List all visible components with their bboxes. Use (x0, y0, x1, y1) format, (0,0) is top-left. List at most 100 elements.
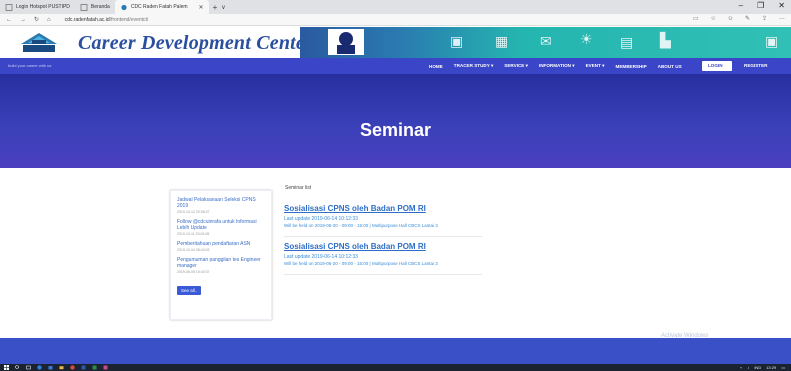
clock[interactable]: 13:29 (766, 365, 776, 370)
new-tab-button[interactable]: + (209, 3, 222, 12)
nav-item-information[interactable]: INFORMATION ▾ (539, 63, 575, 69)
site-brand-title[interactable]: Career Development Center (78, 32, 313, 55)
maximize-button[interactable]: ❐ (757, 1, 764, 10)
site-header: Career Development Center ▣ ▦ ✉ ☀ ▤ ▙ ▣ (0, 27, 791, 58)
windows-taskbar: ⌁ ♪ IND 13:29 ▭ (0, 364, 791, 371)
tab-label: Login Hotspot PUSTIPD (16, 4, 70, 10)
announcement-title[interactable]: Pengumuman panggilan tes Engineer manage… (177, 257, 265, 269)
section-heading: Seminar list (285, 185, 312, 191)
store-icon[interactable] (48, 365, 53, 370)
site-tagline: build your career with us (8, 63, 52, 68)
event-title-link[interactable]: Sosialisasi CPNS oleh Badan POM RI (284, 204, 484, 213)
announcement-date: 2019-06-08 10:40:37 (177, 270, 210, 274)
page-hero: Seminar (0, 74, 791, 168)
announcement-sidebar: Jadwal Pelaksanaan Seleksi CPNS 2019 201… (170, 190, 272, 320)
list-item[interactable]: Pemberitahuan pendaftaran ASN 2019-10-04… (177, 241, 265, 252)
browser-tab-2[interactable]: Beranda (75, 0, 115, 14)
event-item: Sosialisasi CPNS oleh Badan POM RI Last … (284, 204, 484, 228)
nav-item-about-us[interactable]: ABOUT US (658, 64, 682, 69)
announcement-title[interactable]: Jadwal Pelaksanaan Seleksi CPNS 2019 (177, 197, 265, 209)
close-window-button[interactable]: ✕ (778, 1, 785, 10)
app-icon[interactable] (103, 365, 108, 370)
task-view-icon[interactable] (26, 365, 31, 370)
system-tray: ⌁ ♪ IND 13:29 ▭ (740, 365, 785, 370)
tab-label: CDC Raden Fatah Palem (130, 4, 188, 10)
envelope-icon: ✉ (540, 33, 552, 49)
list-item[interactable]: Follow @cdcuinrafa untuk Informasi Lebih… (177, 219, 265, 236)
monitor-icon: ▦ (495, 33, 509, 49)
forward-icon[interactable]: → (20, 17, 26, 23)
network-icon[interactable]: ⌁ (740, 365, 742, 370)
window-controls: – ❐ ✕ (739, 1, 785, 10)
site-footer (0, 338, 791, 364)
close-tab-icon[interactable]: ✕ (199, 4, 204, 11)
notifications-icon[interactable]: ▭ (781, 365, 785, 370)
more-menu-icon[interactable]: … (779, 15, 785, 22)
nav-item-event[interactable]: EVENT ▾ (586, 63, 605, 69)
browser-tab-3-active[interactable]: CDC Raden Fatah Palem ✕ (114, 0, 209, 14)
windows-start-icon[interactable] (4, 365, 9, 370)
calendar-icon: ▤ (620, 34, 634, 50)
nav-item-service[interactable]: SERVICE ▾ (504, 63, 528, 69)
announcement-date: 2019-10-04 08:44:03 (177, 248, 210, 252)
browser-tab-bar: Login Hotspot PUSTIPD Beranda CDC Raden … (0, 0, 791, 14)
see-all-button[interactable]: See all.. (177, 286, 202, 295)
event-title-link[interactable]: Sosialisasi CPNS oleh Badan POM RI (284, 242, 484, 251)
address-bar-actions: ▭ ☆ ✩ ✎ ⇪ … (693, 15, 785, 22)
tab-dropdown-button[interactable]: ∨ (221, 4, 225, 11)
page-title: Seminar (359, 120, 432, 140)
login-button-label[interactable]: LOGIN (708, 63, 723, 68)
mascot-logo-icon (328, 29, 364, 55)
reading-view-icon[interactable]: ▭ (693, 15, 699, 22)
url-path: /frontend/eventcti (109, 16, 149, 23)
divider (284, 274, 482, 275)
notes-pen-icon[interactable]: ✎ (745, 15, 750, 22)
search-icon[interactable] (15, 365, 20, 370)
page-icon (5, 3, 13, 11)
list-item[interactable]: Jadwal Pelaksanaan Seleksi CPNS 2019 201… (177, 197, 265, 214)
nav-item-home[interactable]: HOME (429, 64, 443, 69)
url-field[interactable]: cdc.radenfatah.ac.id/frontend/eventcti (65, 17, 148, 23)
divider (284, 236, 482, 237)
lightbulb-icon: ☀ (580, 31, 593, 47)
chrome-icon[interactable] (70, 365, 75, 370)
nav-menu: HOME TRACER STUDY ▾ SERVICE ▾ INFORMATIO… (429, 58, 693, 74)
language-indicator[interactable]: IND (754, 365, 761, 370)
main-nav: build your career with us HOME TRACER ST… (0, 58, 791, 74)
tab-label: Beranda (90, 4, 110, 10)
browser-tab-1[interactable]: Login Hotspot PUSTIPD (0, 0, 75, 14)
nav-item-membership[interactable]: MEMBERSHIP (616, 64, 647, 69)
announcement-date: 2019-10-12 20:08:37 (177, 210, 210, 214)
nav-item-tracer-study[interactable]: TRACER STUDY ▾ (454, 63, 493, 69)
event-schedule: Will be held on 2019-06-20 - 09:00 - 15:… (284, 223, 438, 228)
page-icon (80, 3, 88, 11)
url-host: cdc.radenfatah.ac.id (64, 16, 110, 23)
share-icon[interactable]: ⇪ (762, 15, 767, 22)
list-item[interactable]: Pengumuman panggilan tes Engineer manage… (177, 257, 265, 274)
refresh-icon[interactable]: ↻ (34, 16, 39, 23)
chart-icon: ▙ (660, 32, 671, 48)
announcement-title[interactable]: Follow @cdcuinrafa untuk Informasi Lebih… (177, 219, 265, 231)
word-icon[interactable] (81, 365, 86, 370)
computer-icon: ▣ (765, 33, 779, 49)
back-icon[interactable]: ← (6, 17, 12, 23)
uin-logo-icon[interactable] (18, 30, 60, 54)
address-bar: ← → ↻ ⌂ cdc.radenfatah.ac.id/frontend/ev… (0, 14, 791, 26)
event-updated: Last update 2019-06-14 10:12:33 (284, 216, 358, 222)
volume-icon[interactable]: ♪ (747, 365, 749, 370)
site-favicon-icon (121, 4, 127, 10)
main-content: Jadwal Pelaksanaan Seleksi CPNS 2019 201… (0, 168, 791, 345)
minimize-button[interactable]: – (739, 1, 743, 10)
event-schedule: Will be held on 2019-06-20 - 09:00 - 15:… (284, 261, 438, 266)
edge-browser-icon[interactable] (37, 365, 42, 370)
announcement-title[interactable]: Pemberitahuan pendaftaran ASN (177, 241, 265, 247)
computer-icon: ▣ (450, 33, 464, 49)
home-icon[interactable]: ⌂ (47, 17, 51, 23)
favorites-hub-icon[interactable]: ✩ (728, 15, 733, 22)
event-updated: Last update 2019-06-14 10:12:33 (284, 254, 358, 260)
folder-icon[interactable] (59, 365, 64, 370)
header-banner: ▣ ▦ ✉ ☀ ▤ ▙ ▣ (300, 27, 791, 58)
excel-icon[interactable] (92, 365, 97, 370)
register-link[interactable]: REGISTER (744, 63, 767, 68)
favorite-star-icon[interactable]: ☆ (711, 15, 716, 22)
